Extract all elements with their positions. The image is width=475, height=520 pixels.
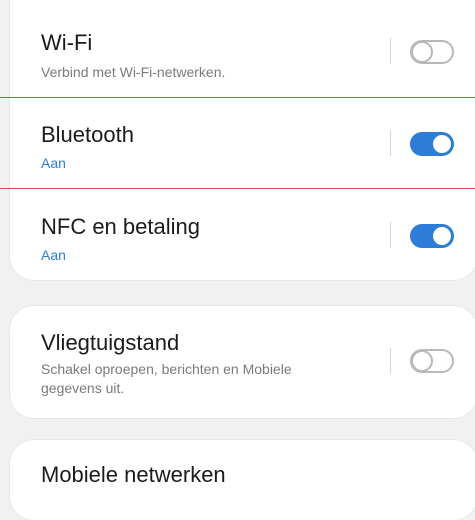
wifi-title: Wi-Fi — [41, 30, 93, 55]
bluetooth-divider — [390, 130, 391, 156]
airplane-subtitle-line2: gegevens uit. — [41, 380, 125, 396]
airplane-divider — [390, 348, 391, 374]
airplane-card: Vliegtuigstand Schakel oproepen, bericht… — [10, 306, 475, 418]
wifi-toggle[interactable] — [410, 40, 454, 64]
bluetooth-title: Bluetooth — [41, 122, 134, 147]
highlight-line-top — [0, 97, 475, 98]
airplane-subtitle-line1: Schakel oproepen, berichten en Mobiele — [41, 361, 292, 377]
bluetooth-toggle[interactable] — [410, 132, 454, 156]
highlight-line-bottom — [0, 188, 475, 189]
connections-card: Wi-Fi Verbind met Wi-Fi-netwerken. Bluet… — [10, 0, 475, 280]
bluetooth-row[interactable]: Bluetooth Aan — [10, 92, 475, 184]
bluetooth-subtitle: Aan — [41, 155, 66, 171]
nfc-toggle[interactable] — [410, 224, 454, 248]
mobile-card: Mobiele netwerken — [10, 440, 475, 520]
wifi-divider — [390, 38, 391, 64]
airplane-toggle[interactable] — [410, 349, 454, 373]
airplane-title: Vliegtuigstand — [41, 330, 180, 355]
nfc-divider — [390, 222, 391, 248]
bluetooth-toggle-knob — [431, 133, 453, 155]
mobile-networks-title: Mobiele netwerken — [41, 462, 226, 487]
nfc-subtitle: Aan — [41, 247, 66, 263]
nfc-title: NFC en betaling — [41, 214, 200, 239]
mobile-networks-row[interactable]: Mobiele netwerken — [10, 440, 475, 520]
airplane-row[interactable]: Vliegtuigstand Schakel oproepen, bericht… — [10, 306, 475, 418]
nfc-row[interactable]: NFC en betaling Aan — [10, 184, 475, 276]
wifi-subtitle: Verbind met Wi-Fi-netwerken. — [41, 64, 226, 80]
wifi-toggle-knob — [411, 41, 433, 63]
airplane-toggle-knob — [411, 350, 433, 372]
nfc-toggle-knob — [431, 225, 453, 247]
wifi-row[interactable]: Wi-Fi Verbind met Wi-Fi-netwerken. — [10, 0, 475, 92]
